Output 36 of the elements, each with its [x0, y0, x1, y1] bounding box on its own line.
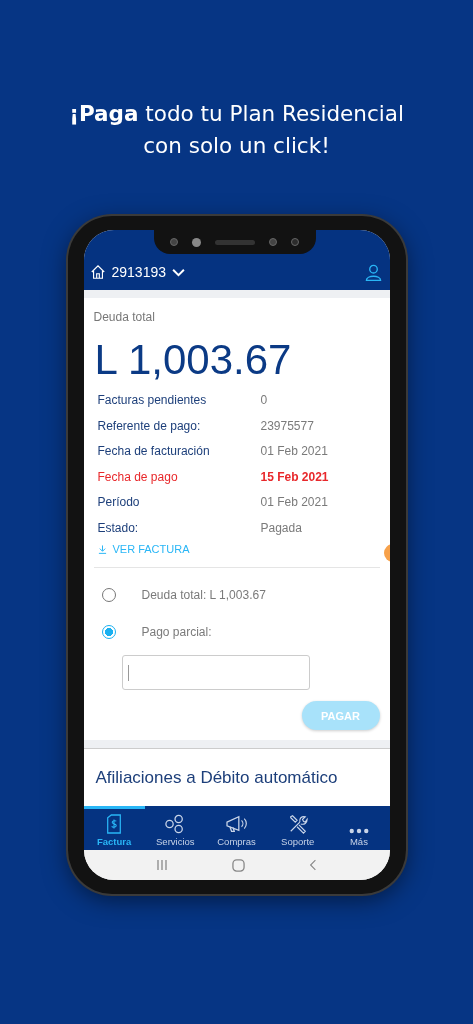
nav-tab[interactable]: Soporte	[267, 806, 329, 850]
nav-tab[interactable]: Compras	[205, 806, 268, 850]
megaphone-icon	[224, 814, 249, 834]
home-button-icon[interactable]	[232, 858, 245, 872]
more-icon	[348, 828, 369, 834]
invoice-icon	[105, 814, 124, 834]
detail-value: 0	[260, 392, 269, 409]
debt-amount: L 1,003.67	[94, 336, 293, 384]
detail-value: 15 Feb 2021	[260, 468, 330, 486]
nav-tab[interactable]: Más	[328, 806, 390, 850]
detail-value: 01 Feb 2021	[260, 443, 329, 460]
option-label: Deuda total: L 1,003.67	[141, 587, 266, 602]
option-label: Pago parcial:	[141, 624, 212, 639]
back-icon[interactable]	[309, 859, 318, 871]
detail-value: Pagada	[260, 519, 303, 537]
download-icon	[97, 544, 107, 554]
recent-apps-icon[interactable]	[155, 859, 168, 871]
debt-label: Deuda total	[93, 310, 156, 324]
section-title: Afiliaciones a Débito automático	[95, 767, 338, 788]
detail-label: Fecha de pago	[97, 468, 179, 486]
headline: ¡Paga todo tu Plan Residencial con solo un click!	[68, 100, 405, 160]
home-icon	[89, 264, 106, 280]
detail-value: 23975577	[260, 417, 315, 435]
detail-label: Facturas pendientes	[97, 392, 208, 409]
account-number[interactable]: 2913193	[111, 264, 166, 280]
detail-label: Estado:	[97, 519, 140, 537]
radio-button[interactable]	[101, 624, 116, 639]
amount-field[interactable]	[121, 655, 310, 690]
user-icon[interactable]	[364, 263, 382, 281]
detail-label: Fecha de facturación	[97, 443, 211, 460]
chevron-down-icon[interactable]	[172, 267, 185, 277]
detail-value: 01 Feb 2021	[260, 494, 329, 511]
detail-label: Período	[97, 494, 141, 511]
detail-label: Referente de pago:	[97, 417, 202, 435]
tools-icon	[287, 814, 308, 834]
nav-tab[interactable]: Servicios	[144, 806, 206, 850]
